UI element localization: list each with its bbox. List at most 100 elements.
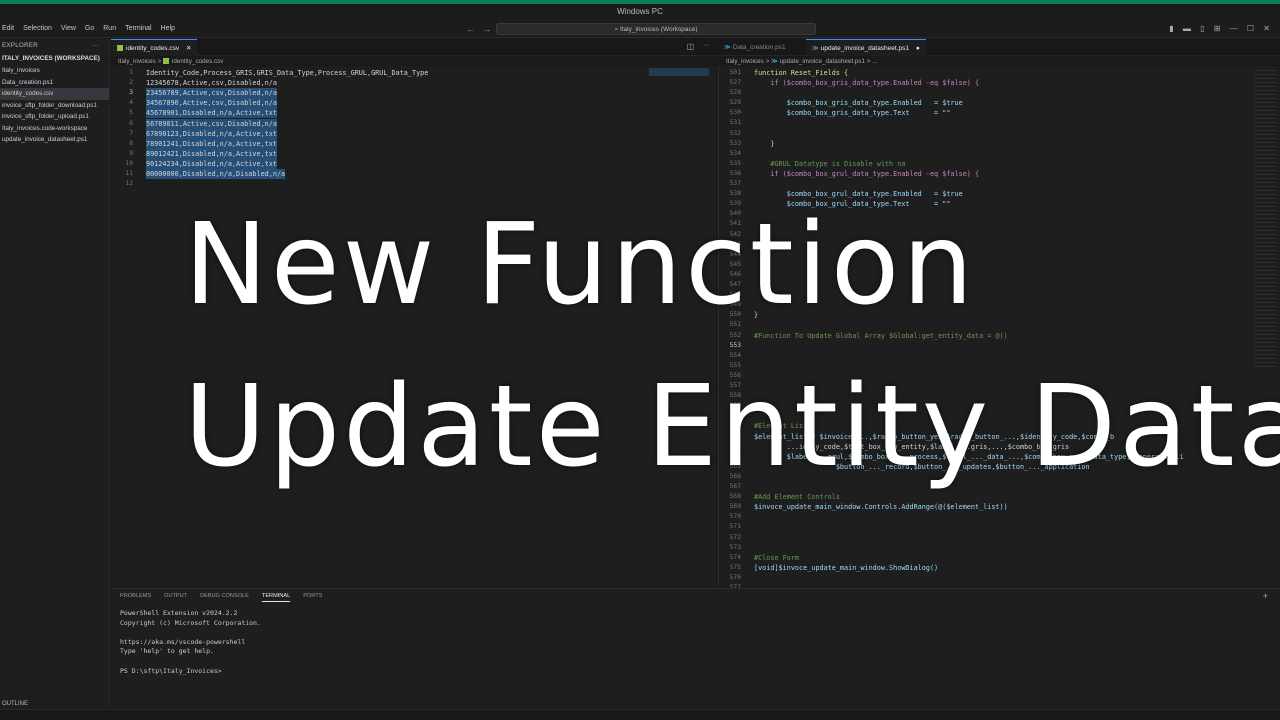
code-line[interactable]: #Close Form xyxy=(754,553,799,563)
explorer-header: EXPLORER ··· xyxy=(0,39,109,53)
tab-identity-codes[interactable]: identity_codes.csv ✕ xyxy=(111,39,198,56)
code-line[interactable]: if ($combo_box_gris_data_type.Enabled -e… xyxy=(754,78,979,88)
menu-item-selection[interactable]: Selection xyxy=(23,25,52,32)
line-number: 9 xyxy=(129,149,133,157)
panel-tab-output[interactable]: OUTPUT xyxy=(164,593,187,599)
powershell-file-icon: ≫ xyxy=(724,44,731,51)
line-number: 563 xyxy=(729,442,741,450)
code-line[interactable]: 23456789,Active,csv,Disabled,n/a xyxy=(146,88,277,99)
code-line[interactable]: $combo_box_gris_data_type.Enabled = $tru… xyxy=(754,98,963,108)
close-icon[interactable]: ✕ xyxy=(1263,24,1270,33)
terminal-prompt[interactable]: PS D:\sftp\Italy_Invoices> xyxy=(120,667,222,677)
panel-tab-problems[interactable]: PROBLEMS xyxy=(120,593,151,599)
new-terminal-icon[interactable]: + xyxy=(1263,591,1268,601)
line-number: 570 xyxy=(729,513,741,521)
code-line[interactable]: 90124234,Disabled,n/a,Active,txt xyxy=(146,158,277,169)
code-line[interactable]: #GRUL Datatype is Disable with na xyxy=(754,159,905,169)
code-line[interactable]: } xyxy=(754,139,774,149)
folder-item[interactable]: Italy_invoices xyxy=(0,65,109,77)
code-line[interactable]: 67890123,Disabled,n/a,Active,txt xyxy=(146,128,277,139)
menu-item-help[interactable]: Help xyxy=(161,25,175,32)
code-line[interactable]: $combo_box_grul_data_type.Text = "" xyxy=(754,199,951,209)
line-number: 3 xyxy=(129,89,133,97)
code-line[interactable]: #Add Element Controls xyxy=(754,492,840,502)
code-line[interactable]: ...idity_code,$text_box_new_entity,$labe… xyxy=(754,442,1069,452)
code-line[interactable]: } xyxy=(754,240,774,250)
forward-arrow-icon[interactable]: → xyxy=(483,24,492,34)
line-number: 8 xyxy=(129,139,133,147)
toggle-panel-icon[interactable]: ▬ xyxy=(1183,24,1191,33)
line-number: 567 xyxy=(729,483,741,490)
maximize-icon[interactable]: ☐ xyxy=(1247,24,1254,33)
menu-item-terminal[interactable]: Terminal xyxy=(125,25,151,32)
minimap[interactable] xyxy=(1254,70,1276,370)
line-number: 527 xyxy=(729,79,741,86)
line-number: 541 xyxy=(729,220,741,228)
menu-item-edit[interactable]: Edit xyxy=(2,25,14,32)
file-item[interactable]: Data_creation.ps1 xyxy=(0,77,109,89)
line-number: 566 xyxy=(729,472,741,480)
code-line[interactable]: #Function To Update Global Array $Global… xyxy=(754,331,1008,341)
line-number: 4 xyxy=(129,99,133,107)
code-line[interactable]: 78901241,Disabled,n/a,Active,txt xyxy=(146,138,277,149)
code-line[interactable]: 34567890,Active,csv,Disabled,n/a xyxy=(146,98,277,109)
line-number: 11 xyxy=(125,170,133,177)
minimap[interactable] xyxy=(649,68,709,76)
menu-item-go[interactable]: Go xyxy=(85,25,94,32)
code-line[interactable]: #Element List xyxy=(754,421,807,431)
editor-more-icon[interactable]: ··· xyxy=(703,42,710,49)
code-line[interactable]: $invoce_update_main_window.Controls.AddR… xyxy=(754,502,1008,512)
toggle-sidebar-icon[interactable]: ▮ xyxy=(1169,24,1173,33)
line-number: 558 xyxy=(729,392,741,400)
menu-item-run[interactable]: Run xyxy=(103,25,116,32)
split-editor-icon[interactable]: ◫ xyxy=(686,42,694,51)
code-line[interactable]: 45678901,Disabled,n/a,Active,txt xyxy=(146,108,277,119)
right-editor[interactable]: 501 function Reset_Fields {527 if ($combo… xyxy=(718,66,1280,591)
code-line[interactable]: [void]$invoce_update_main_window.ShowDia… xyxy=(754,563,938,573)
code-line[interactable]: 12345678,Active,csv,Disabled,n/a xyxy=(146,78,277,88)
line-number: 545 xyxy=(729,260,741,268)
line-number: 555 xyxy=(729,361,741,369)
code-line[interactable]: 00000000,Disabled,n/a,Disabled,n/a xyxy=(146,169,286,180)
file-item[interactable]: update_invoice_datasheet.ps1 xyxy=(0,134,109,146)
file-item[interactable]: identity_codes.csv xyxy=(0,88,109,100)
outline-section[interactable]: OUTLINE xyxy=(2,701,28,707)
file-item[interactable]: invoice_sftp_folder_download.ps1 xyxy=(0,100,109,112)
code-line[interactable]: 89012421,Disabled,n/a,Active,txt xyxy=(146,148,277,159)
tab-data-creation[interactable]: ≫ Data_creation.ps1 xyxy=(718,39,792,56)
line-number: 2 xyxy=(129,79,133,87)
search-text: Italy_invoices (Workspace) xyxy=(619,26,698,33)
menu-item-view[interactable]: View xyxy=(61,25,76,32)
code-line[interactable]: 56789011,Active,csv,Disabled,n/a xyxy=(146,118,277,129)
code-line[interactable]: $element_list = $invoice_...,$radio_butt… xyxy=(754,432,1114,442)
more-actions-icon[interactable]: ··· xyxy=(92,39,99,53)
customize-layout-icon[interactable]: ⊞ xyxy=(1214,24,1221,33)
left-editor-tabs: identity_codes.csv ✕ ◫ ··· xyxy=(111,39,716,56)
panel-tab-terminal[interactable]: TERMINAL xyxy=(261,593,291,602)
code-line[interactable]: if ($combo_box_grul_data_type.Enabled -e… xyxy=(754,169,979,179)
right-editor-tabs: ≫ Data_creation.ps1 ≫ update_invoice_datas… xyxy=(718,39,1280,56)
line-number: 550 xyxy=(729,311,741,319)
command-center-search[interactable]: ⌕ Italy_invoices (Workspace) xyxy=(496,23,816,35)
line-number: 554 xyxy=(729,351,741,359)
sticky-scroll-line[interactable]: function Reset_Fields { xyxy=(754,68,848,78)
tab-close-icon[interactable]: ✕ xyxy=(186,45,191,52)
file-item[interactable]: invoice_sftp_folder_upload.ps1 xyxy=(0,111,109,123)
minimize-icon[interactable]: — xyxy=(1230,24,1238,33)
workspace-title[interactable]: ITALY_INVOICES (WORKSPACE) xyxy=(0,53,109,65)
code-line[interactable]: } xyxy=(754,310,758,320)
back-arrow-icon[interactable]: ← xyxy=(466,24,475,34)
panel-tab-ports[interactable]: PORTS xyxy=(303,593,322,599)
toggle-secondary-sidebar-icon[interactable]: ▯ xyxy=(1200,24,1204,33)
tab-update-invoice-datasheet[interactable]: ≫ update_invoice_datasheet.ps1 ● xyxy=(806,39,926,56)
code-line[interactable]: Identity_Code,Process_GRIS,GRIS_Data_Typ… xyxy=(146,68,428,78)
unsaved-dot-icon[interactable]: ● xyxy=(916,45,920,52)
code-line[interactable]: $label_...grul,$combo_box_..._process,$l… xyxy=(754,452,1184,462)
code-line[interactable]: $button_..._record,$button_..._updates,$… xyxy=(754,462,1090,472)
line-number: 548 xyxy=(729,291,741,299)
panel-tab-debug-console[interactable]: DEBUG CONSOLE xyxy=(200,593,249,599)
file-item[interactable]: Italy_invoices.code-workspace xyxy=(0,123,109,135)
code-line[interactable]: $combo_box_gris_data_type.Text = "" xyxy=(754,108,951,118)
left-editor[interactable]: 1 Identity_Code,Process_GRIS,GRIS_Data_Ty… xyxy=(111,66,716,586)
code-line[interactable]: $combo_box_grul_data_type.Enabled = $tru… xyxy=(754,189,963,199)
